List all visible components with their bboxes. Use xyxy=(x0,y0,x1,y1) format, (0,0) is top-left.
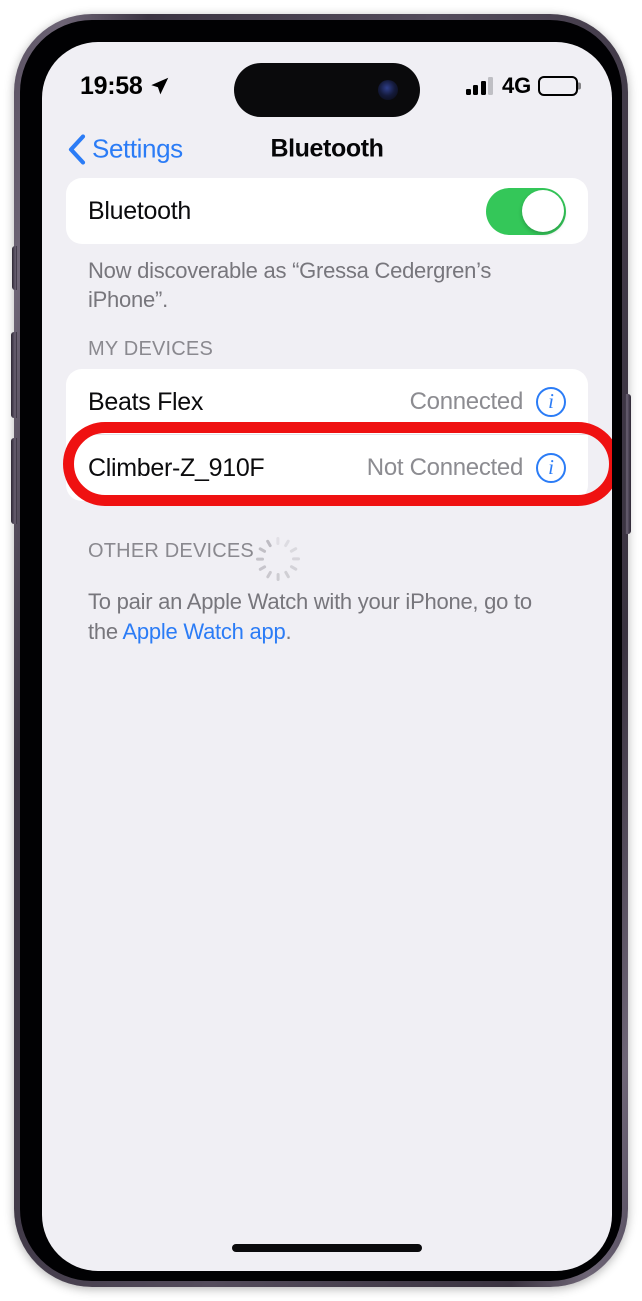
other-devices-section-header: OTHER DEVICES xyxy=(66,537,588,582)
device-row-beats-flex[interactable]: Beats Flex Connected i xyxy=(66,369,588,436)
status-bar-left: 19:58 xyxy=(80,72,170,101)
device-name: Beats Flex xyxy=(88,387,204,416)
network-type-label: 4G xyxy=(502,73,531,98)
mute-switch-button[interactable] xyxy=(12,246,17,290)
back-button-label: Settings xyxy=(92,133,183,164)
device-row-climber-z-910f[interactable]: Climber-Z_910F Not Connected i xyxy=(66,435,588,501)
apple-watch-app-link[interactable]: Apple Watch app xyxy=(122,619,285,644)
my-devices-section-header: MY DEVICES xyxy=(66,338,588,369)
settings-content: Bluetooth Now discoverable as “Gressa Ce… xyxy=(42,178,612,1271)
info-circle-icon[interactable]: i xyxy=(536,387,566,418)
bluetooth-toggle-switch[interactable] xyxy=(486,187,566,235)
device-bezel: 19:58 4G Settings Bluetooth Bluetooth No… xyxy=(20,20,622,1281)
device-status: Not Connected xyxy=(366,454,524,482)
chevron-left-icon xyxy=(68,134,86,164)
volume-down-button[interactable] xyxy=(11,438,17,524)
toggle-knob xyxy=(521,190,564,232)
navigation-bar: Settings Bluetooth xyxy=(42,120,612,178)
device-row-right: Not Connected i xyxy=(366,453,566,484)
other-devices-label: OTHER DEVICES xyxy=(88,539,254,562)
my-devices-label: MY DEVICES xyxy=(88,338,213,361)
my-devices-card: Beats Flex Connected i Climber-Z_910F No… xyxy=(66,369,588,502)
bluetooth-toggle-card: Bluetooth xyxy=(66,178,588,244)
power-button[interactable] xyxy=(625,394,631,534)
iphone-screen: 19:58 4G Settings Bluetooth Bluetooth No… xyxy=(42,42,612,1271)
battery-icon xyxy=(538,76,581,96)
info-circle-icon[interactable]: i xyxy=(536,453,566,484)
front-camera-icon xyxy=(378,80,398,100)
device-status: Connected xyxy=(409,388,524,416)
bluetooth-label: Bluetooth xyxy=(88,196,191,225)
bluetooth-toggle-row[interactable]: Bluetooth xyxy=(66,178,588,244)
iphone-device-frame: 19:58 4G Settings Bluetooth Bluetooth No… xyxy=(11,14,631,1287)
dynamic-island[interactable] xyxy=(234,63,420,117)
volume-up-button[interactable] xyxy=(11,332,17,418)
device-row-right: Connected i xyxy=(409,387,566,418)
activity-spinner-icon xyxy=(255,537,300,582)
home-indicator[interactable] xyxy=(232,1244,422,1252)
help-text-after: . xyxy=(285,618,292,644)
device-name: Climber-Z_910F xyxy=(88,453,265,482)
signal-bars-icon xyxy=(465,77,494,95)
battery-cap xyxy=(578,82,581,90)
back-button-settings[interactable]: Settings xyxy=(68,134,183,165)
location-arrow-icon xyxy=(151,77,169,94)
discoverable-footnote: Now discoverable as “Gressa Cedergren’s … xyxy=(88,258,492,312)
status-bar-clock: 19:58 xyxy=(80,71,143,100)
apple-watch-help-text: To pair an Apple Watch with your iPhone,… xyxy=(66,573,588,646)
page-title: Bluetooth xyxy=(270,134,384,163)
status-bar-right: 4G xyxy=(465,73,581,99)
